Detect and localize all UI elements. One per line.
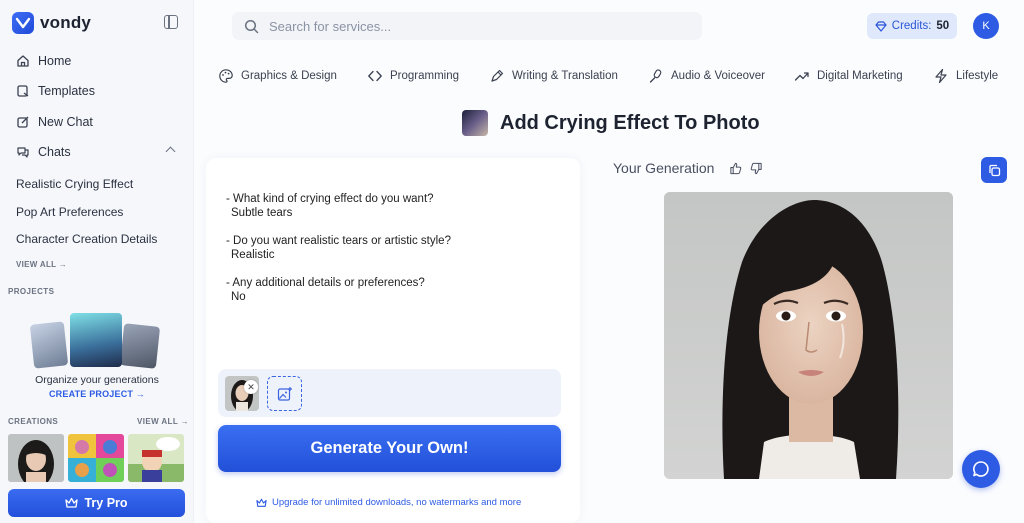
category-label: Audio & Voiceover	[671, 70, 765, 82]
mic-icon	[649, 69, 662, 83]
add-image-icon	[277, 386, 292, 401]
upgrade-link[interactable]: Upgrade for unlimited downloads, no wate…	[256, 497, 521, 508]
generated-image[interactable]	[664, 192, 953, 479]
chevron-up-icon[interactable]	[165, 146, 176, 157]
chat-history-item[interactable]: Pop Art Preferences	[16, 205, 123, 219]
credits-label: Credits:	[891, 20, 932, 32]
qa-item: - What kind of crying effect do you want…	[226, 192, 434, 220]
qa-question: - Do you want realistic tears or artisti…	[226, 235, 451, 247]
category-graphics-design[interactable]: Graphics & Design	[218, 68, 337, 84]
crown-icon	[65, 497, 79, 508]
upgrade-text: Upgrade for unlimited downloads, no wate…	[272, 497, 522, 508]
create-project-link[interactable]: CREATE PROJECT →	[0, 389, 194, 399]
search-input[interactable]	[269, 18, 669, 34]
brand-name: vondy	[40, 13, 92, 32]
generation-label: Your Generation	[613, 160, 715, 176]
chats-view-all-link[interactable]: VIEW ALL →	[16, 260, 67, 269]
category-audio-voiceover[interactable]: Audio & Voiceover	[648, 68, 765, 84]
qa-question: - Any additional details or preferences?	[226, 277, 425, 289]
sidebar-item-label: New Chat	[38, 115, 93, 129]
sidebar-item-label: Home	[38, 54, 72, 68]
code-icon	[368, 70, 382, 82]
copy-icon	[988, 164, 1000, 176]
palette-icon	[219, 69, 233, 83]
projects-section-label: PROJECTS	[8, 287, 55, 296]
page-header: Add Crying Effect To Photo	[462, 110, 760, 136]
feedback-buttons	[729, 162, 763, 175]
qa-answer: No	[231, 291, 246, 303]
templates-icon	[17, 85, 29, 97]
try-pro-label: Try Pro	[84, 496, 128, 510]
close-icon: ✕	[247, 381, 255, 392]
chat-history-item[interactable]: Character Creation Details	[16, 232, 157, 246]
category-label: Lifestyle	[956, 70, 999, 82]
chats-icon	[17, 147, 29, 158]
try-pro-button[interactable]: Try Pro	[8, 489, 185, 517]
sidebar-item-new-chat[interactable]: New Chat	[16, 115, 93, 129]
category-lifestyle[interactable]: Lifestyle	[933, 68, 998, 84]
trend-icon	[794, 72, 809, 81]
sidebar-item-chats[interactable]: Chats	[16, 145, 71, 159]
qa-answer: Subtle tears	[231, 207, 293, 219]
sidebar-item-label: Templates	[38, 84, 95, 98]
category-writing-translation[interactable]: Writing & Translation	[489, 68, 618, 84]
creations-section-label: CREATIONS	[8, 417, 59, 426]
creations-list	[8, 434, 184, 482]
search-icon	[244, 19, 259, 33]
category-programming[interactable]: Programming	[367, 68, 459, 84]
sidebar-item-templates[interactable]: Templates	[16, 84, 95, 98]
creation-thumbnail[interactable]	[128, 434, 184, 482]
sidebar: vondy Home Templates New Chat Chats Real…	[0, 0, 194, 523]
thumbs-down-icon[interactable]	[750, 162, 763, 175]
sidebar-collapse-icon[interactable]	[164, 15, 178, 29]
credits-badge[interactable]: Credits: 50	[867, 13, 957, 39]
category-label: Graphics & Design	[241, 70, 337, 82]
category-digital-marketing[interactable]: Digital Marketing	[794, 68, 903, 84]
qa-question: - What kind of crying effect do you want…	[226, 193, 434, 205]
home-icon	[17, 55, 29, 67]
chat-bubble-icon	[973, 461, 989, 477]
creation-thumbnail[interactable]	[8, 434, 64, 482]
page-title: Add Crying Effect To Photo	[500, 111, 760, 134]
bolt-icon	[935, 68, 947, 84]
sidebar-item-label: Chats	[38, 145, 71, 159]
category-label: Digital Marketing	[817, 70, 903, 82]
credits-value: 50	[936, 20, 950, 32]
edit-icon	[17, 116, 29, 128]
creation-thumbnail[interactable]	[68, 434, 124, 482]
thumbs-up-icon[interactable]	[729, 162, 742, 175]
diamond-icon	[875, 20, 887, 32]
generate-button[interactable]: Generate Your Own!	[218, 425, 561, 472]
crown-icon	[256, 498, 267, 507]
chat-support-button[interactable]	[962, 450, 1000, 488]
qa-answer: Realistic	[231, 249, 275, 261]
qa-item: - Any additional details or preferences?…	[226, 276, 425, 304]
chat-history-item[interactable]: Realistic Crying Effect	[16, 177, 133, 191]
search-bar[interactable]	[232, 12, 702, 40]
vondy-logo-icon	[12, 12, 34, 34]
qa-item: - Do you want realistic tears or artisti…	[226, 234, 451, 262]
tool-thumbnail	[462, 110, 488, 136]
projects-illustration	[29, 311, 161, 369]
sidebar-item-home[interactable]: Home	[16, 54, 71, 68]
add-image-button[interactable]	[267, 376, 302, 411]
copy-button[interactable]	[981, 157, 1007, 183]
category-label: Writing & Translation	[512, 70, 618, 82]
brand-logo[interactable]: vondy	[12, 12, 91, 34]
remove-image-button[interactable]: ✕	[244, 380, 258, 394]
creations-view-all-link[interactable]: VIEW ALL →	[137, 417, 189, 426]
pen-icon	[491, 69, 504, 82]
user-avatar[interactable]: K	[973, 13, 999, 39]
category-label: Programming	[390, 70, 460, 82]
projects-description: Organize your generations	[35, 374, 159, 386]
